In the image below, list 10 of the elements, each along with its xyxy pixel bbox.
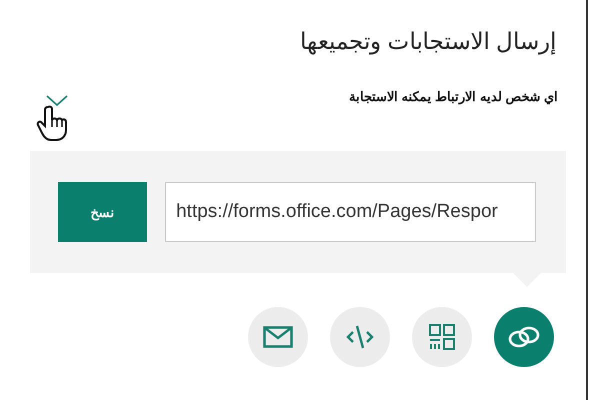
chevron-down-icon[interactable] [46,95,68,107]
link-icon [507,325,541,349]
dialog-title: إرسال الاستجابات وتجميعها [300,28,556,55]
hand-cursor-icon [36,105,70,141]
link-field[interactable]: https://forms.office.com/Pages/Respor [165,182,536,242]
mail-icon [263,326,293,348]
qr-code-icon [428,323,456,351]
copy-button[interactable]: نسخ [58,182,148,242]
audience-label: اي شخص لديه الارتباط يمكنه الاستجابة [348,88,558,104]
code-icon [345,324,375,350]
